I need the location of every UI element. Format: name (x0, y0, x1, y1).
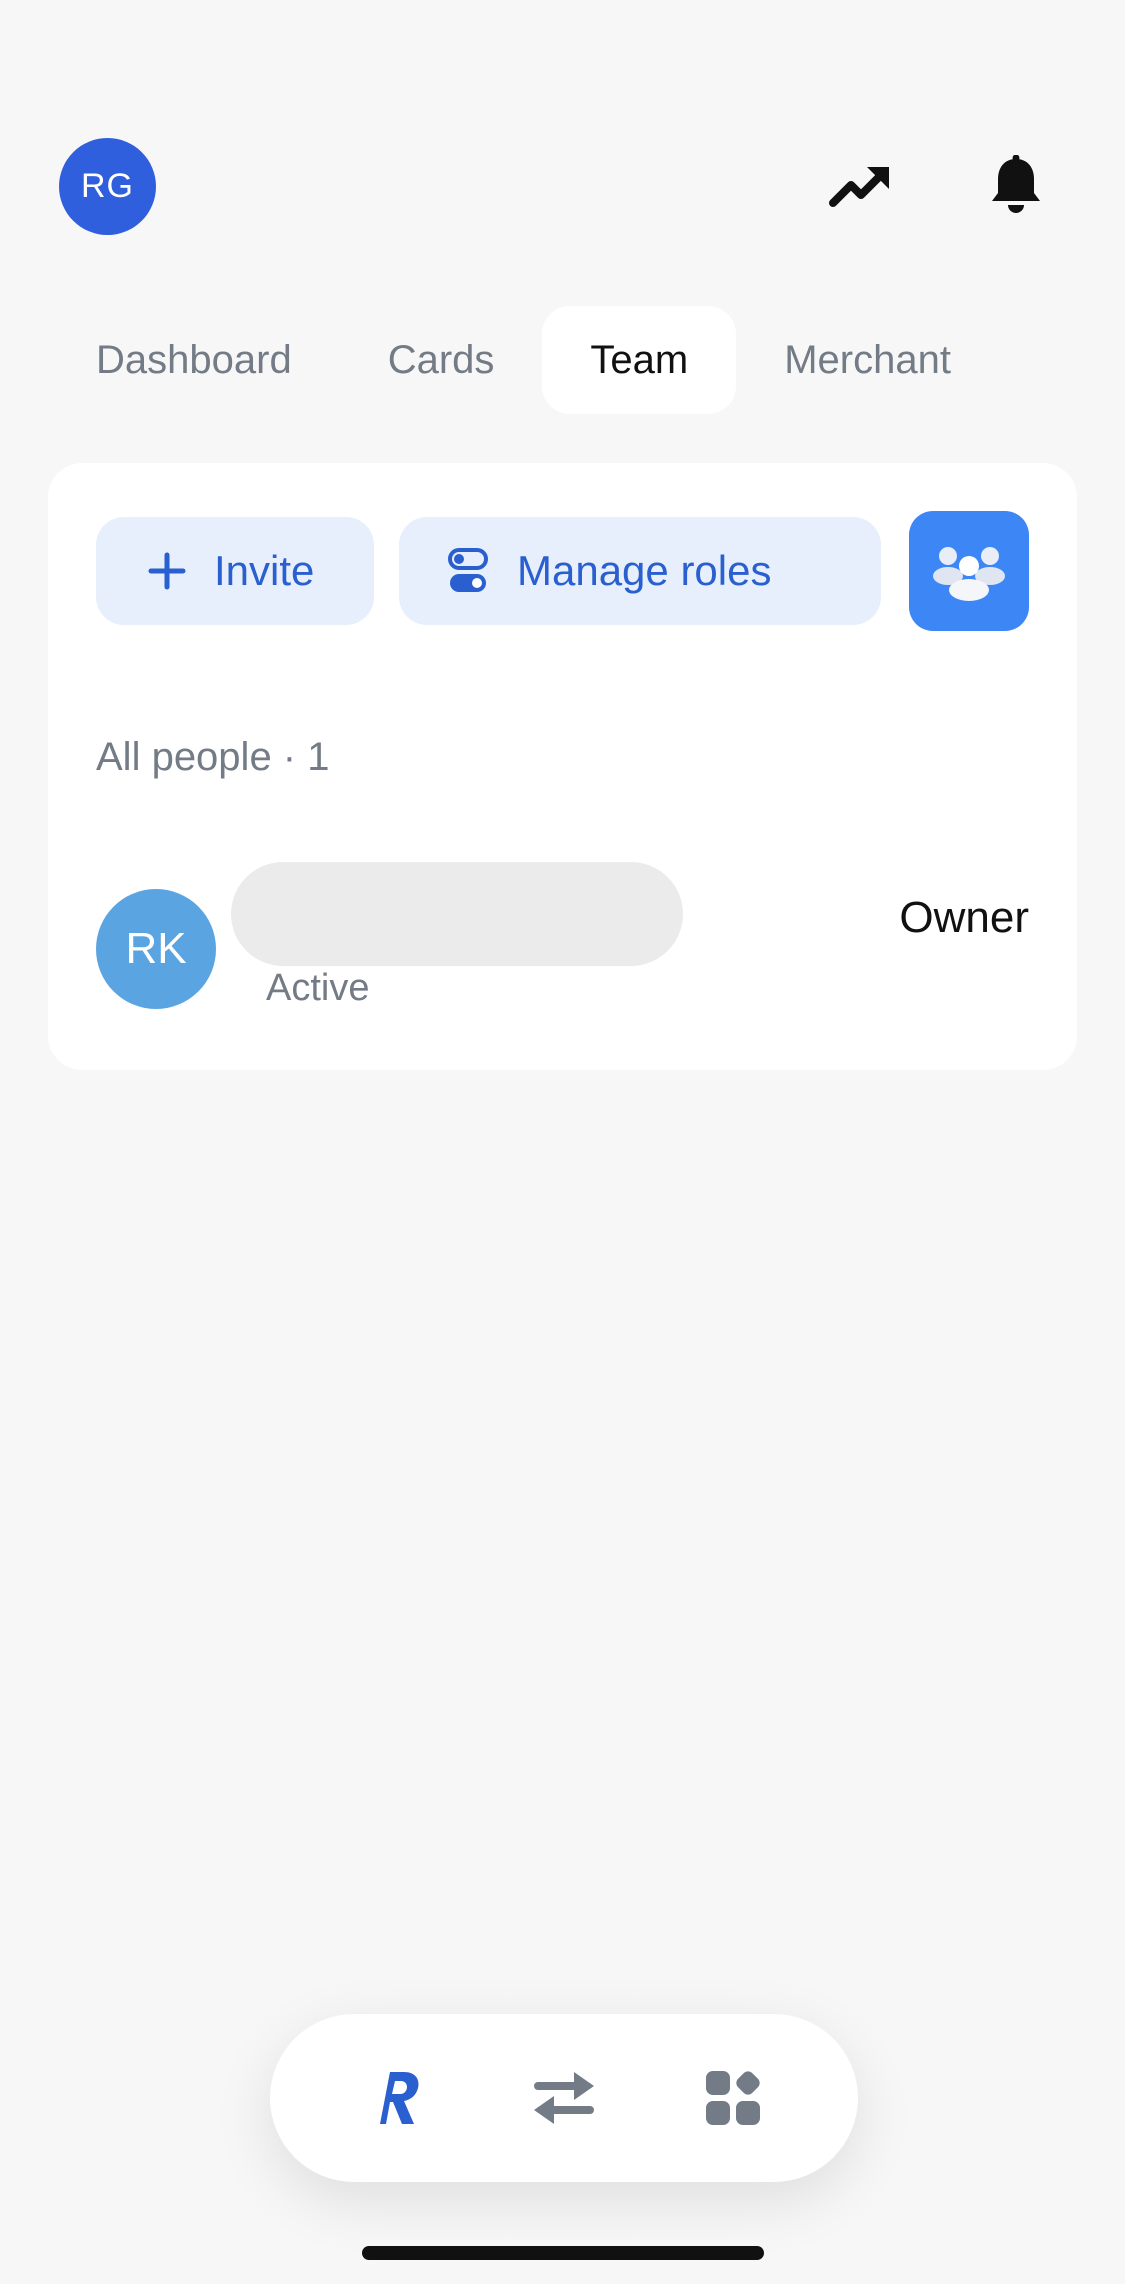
apps-grid-icon (706, 2071, 761, 2125)
team-illustration-icon (909, 511, 1029, 631)
home-indicator (362, 2246, 764, 2260)
profile-initials: RG (81, 167, 134, 205)
team-card: Invite Manage roles All people · 1 RK Ac… (48, 463, 1077, 1070)
plus-icon (148, 552, 186, 590)
tab-dashboard[interactable]: Dashboard (48, 306, 340, 414)
bottom-nav (270, 2014, 858, 2182)
bell-icon (992, 155, 1040, 213)
trending-up-icon (829, 167, 889, 207)
tab-team[interactable]: Team (542, 306, 737, 414)
team-screen: RG Dashboard Cards Team Merchant Invite … (0, 0, 1125, 2284)
toggles-icon (447, 547, 489, 595)
home-logo-icon (379, 2072, 419, 2124)
section-title: All people · 1 (96, 735, 330, 779)
invite-button[interactable]: Invite (96, 517, 374, 625)
manage-roles-button[interactable]: Manage roles (399, 517, 881, 625)
member-name-placeholder (231, 862, 683, 966)
nav-transfer-button[interactable] (514, 2048, 614, 2148)
manage-roles-label: Manage roles (517, 547, 772, 594)
tab-cards[interactable]: Cards (340, 306, 543, 414)
member-role[interactable]: Owner (899, 893, 1029, 943)
nav-apps-button[interactable] (683, 2048, 783, 2148)
nav-home-button[interactable] (345, 2048, 445, 2148)
invite-label: Invite (214, 547, 315, 594)
tab-merchant[interactable]: Merchant (736, 306, 999, 414)
analytics-button[interactable] (824, 150, 896, 222)
profile-avatar[interactable]: RG (59, 138, 156, 235)
notifications-button[interactable] (980, 150, 1052, 222)
section-tabs: Dashboard Cards Team Merchant (48, 306, 999, 414)
member-initials: RK (125, 924, 187, 973)
member-status: Active (266, 967, 370, 1009)
member-avatar[interactable]: RK (96, 889, 216, 1009)
transfer-icon (533, 2072, 594, 2124)
